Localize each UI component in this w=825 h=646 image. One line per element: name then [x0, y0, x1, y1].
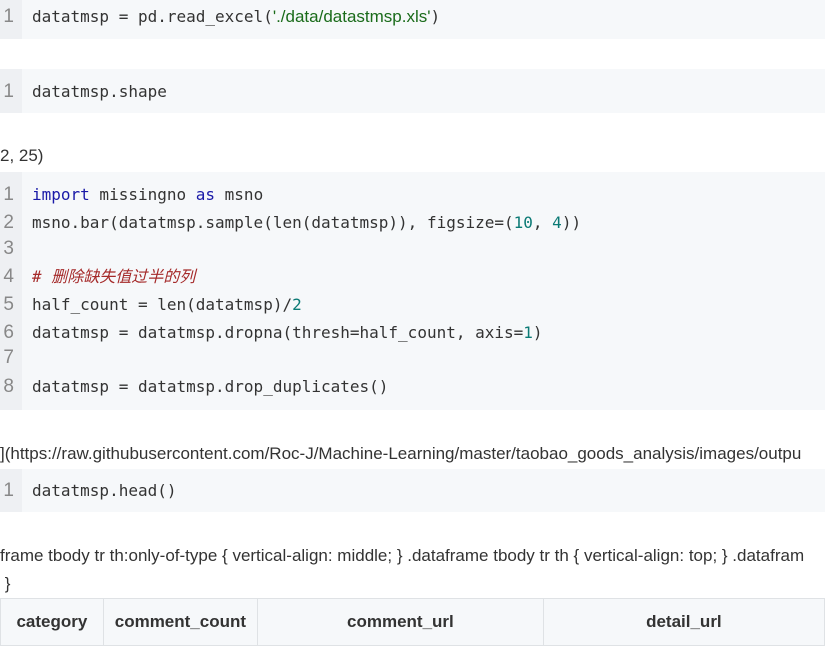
code-token: msno	[215, 185, 264, 204]
code-line: 7	[0, 346, 825, 370]
code-cell-missingno[interactable]: 1 import missingno as msno 2 msno.bar(data…	[0, 172, 825, 410]
code-line: 1 datatmsp = pd.read_excel('./data/datast…	[0, 5, 825, 29]
column-header-detail-url: detail_url	[542, 598, 825, 646]
code-token: datatmsp = datatmsp.dropna(thresh=half_c…	[32, 323, 524, 342]
column-header-comment-count: comment_count	[102, 598, 259, 646]
code-text: half_count = len(datatmsp)/2	[32, 293, 302, 317]
code-token: datatmsp = datatmsp.drop_duplicates()	[32, 377, 389, 396]
code-token: as	[195, 185, 216, 204]
code-token: import	[32, 185, 90, 204]
code-text: datatmsp.shape	[32, 80, 167, 104]
code-token: )	[430, 7, 441, 26]
code-token: './data/datastmsp.xls'	[272, 7, 431, 26]
code-token: ,	[532, 213, 553, 232]
code-line: 5 half_count = len(datatmsp)/2	[0, 293, 825, 317]
dataframe-style-text-end: }	[0, 574, 11, 593]
shape-output: 2, 25)	[0, 146, 44, 165]
code-cell-head[interactable]: 1 datatmsp.head()	[0, 469, 825, 512]
code-line: 6 datatmsp = datatmsp.dropna(thresh=half_…	[0, 321, 825, 345]
code-cell-read-excel[interactable]: 1 datatmsp = pd.read_excel('./data/datast…	[0, 0, 825, 39]
line-number: 1	[3, 81, 14, 102]
code-line: 1 import missingno as msno	[0, 183, 825, 207]
code-line: 2 msno.bar(datatmsp.sample(len(datatmsp))…	[0, 211, 825, 235]
line-number: 5	[3, 294, 14, 315]
code-line: 1 datatmsp.head()	[0, 479, 825, 503]
code-token: msno.bar(datatmsp.sample(len(datatmsp)),…	[32, 213, 514, 232]
code-line: 1 datatmsp.shape	[0, 80, 825, 104]
code-token: datatmsp.head()	[32, 481, 177, 500]
code-token: 4	[552, 213, 562, 232]
code-token: # 删除缺失值过半的列	[32, 267, 196, 286]
dataframe-table: category comment_count comment_url detai…	[0, 598, 825, 646]
code-token: half_count = len(datatmsp)/	[32, 295, 293, 314]
dataframe-style-text: frame tbody tr th:only-of-type { vertica…	[0, 546, 805, 565]
code-line: 8 datatmsp = datatmsp.drop_duplicates()	[0, 375, 825, 399]
line-number: 8	[3, 376, 14, 397]
code-token: datatmsp.shape	[32, 82, 167, 101]
code-token: ))	[561, 213, 582, 232]
code-token: missingno	[89, 185, 196, 204]
code-text: datatmsp.head()	[32, 479, 177, 503]
code-text: # 删除缺失值过半的列	[32, 265, 195, 289]
line-number: 3	[3, 238, 14, 259]
column-header-comment-url: comment_url	[257, 598, 544, 646]
code-text: datatmsp = datatmsp.drop_duplicates()	[32, 375, 388, 399]
code-token: 2	[292, 295, 302, 314]
line-number: 2	[3, 212, 14, 233]
line-number: 1	[3, 6, 14, 27]
code-line: 4 # 删除缺失值过半的列	[0, 265, 825, 289]
line-number: 1	[3, 184, 14, 205]
code-line: 3	[0, 237, 825, 261]
image-link-text[interactable]: ](https://raw.githubusercontent.com/Roc-…	[0, 444, 825, 464]
code-token: datatmsp = pd.read_excel(	[32, 7, 273, 26]
code-text: msno.bar(datatmsp.sample(len(datatmsp)),…	[32, 211, 581, 235]
line-number: 7	[3, 347, 14, 368]
code-cell-shape[interactable]: 1 datatmsp.shape	[0, 69, 825, 113]
code-text: datatmsp = pd.read_excel('./data/datastm…	[32, 5, 440, 29]
line-number: 4	[3, 266, 14, 287]
table-header-row: category comment_count comment_url detai…	[0, 598, 825, 646]
code-text: import missingno as msno	[32, 183, 263, 207]
code-token: )	[532, 323, 543, 342]
code-token: 1	[523, 323, 533, 342]
line-number: 1	[3, 480, 14, 501]
column-header-category: category	[0, 598, 104, 646]
line-number: 6	[3, 322, 14, 343]
code-token: 10	[513, 213, 533, 232]
code-text: datatmsp = datatmsp.dropna(thresh=half_c…	[32, 321, 543, 345]
